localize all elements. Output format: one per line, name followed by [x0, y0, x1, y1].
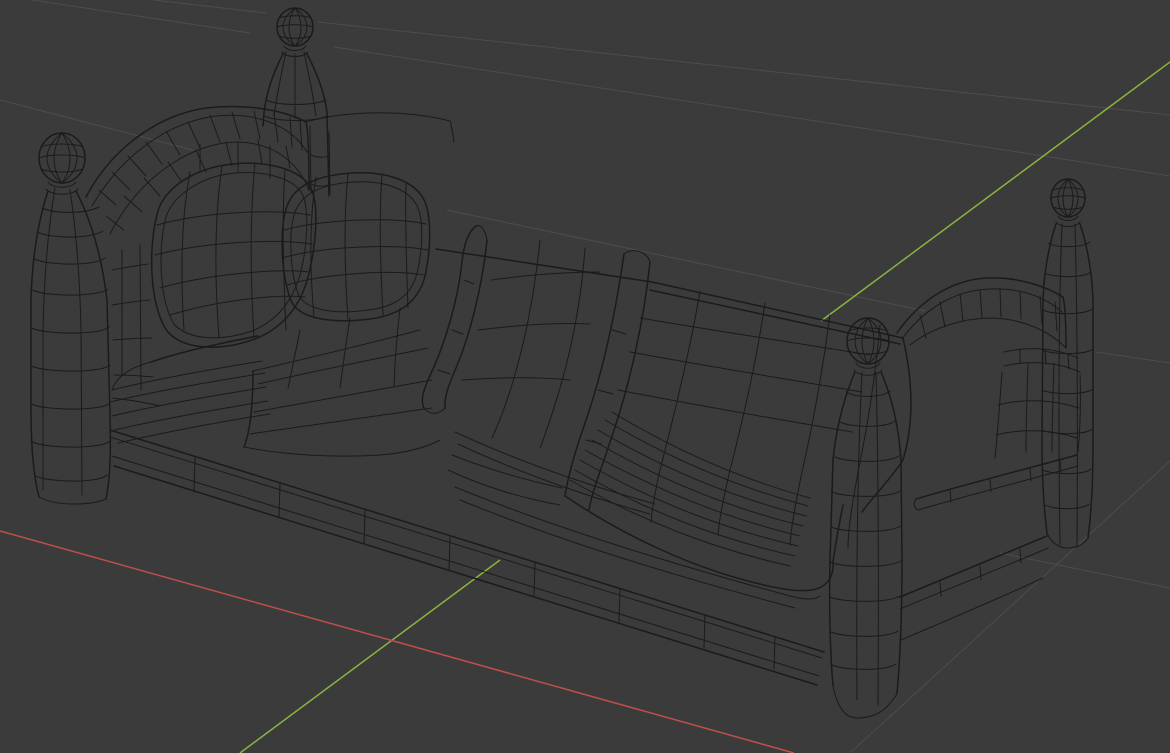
- viewport-canvas: [0, 0, 1170, 753]
- 3d-viewport[interactable]: [0, 0, 1170, 753]
